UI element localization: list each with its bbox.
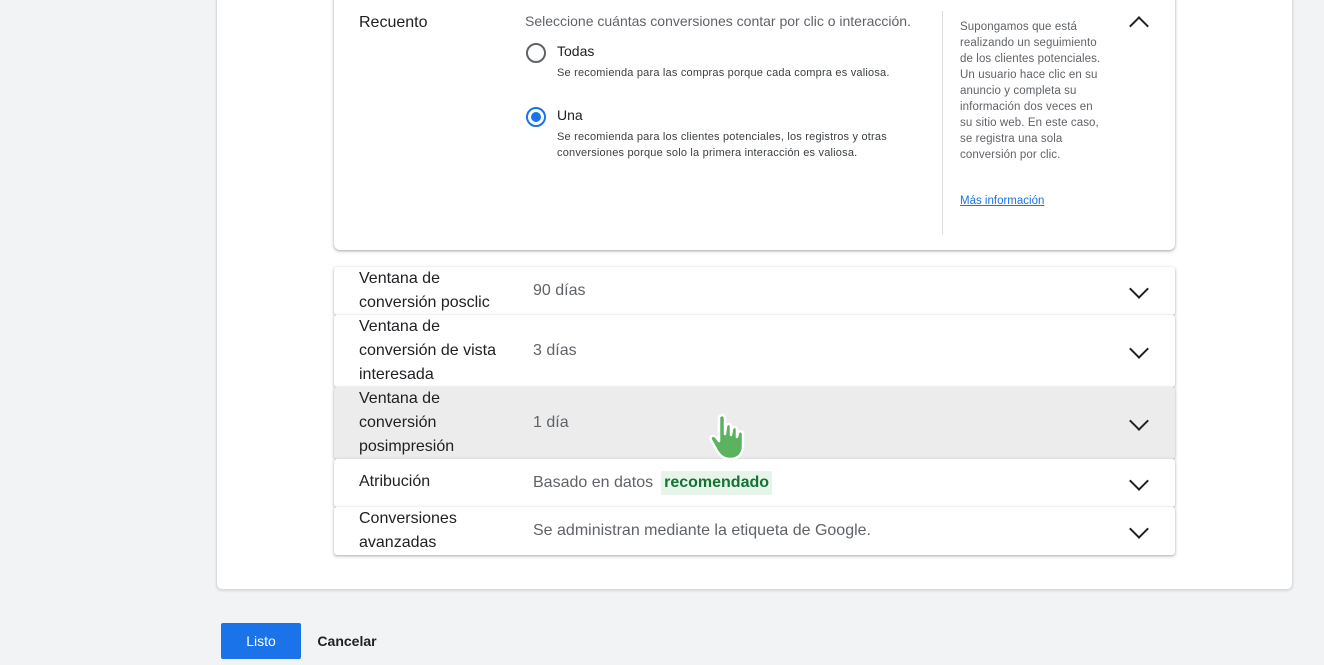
- count-section: Recuento Seleccione cuántas conversiones…: [334, 0, 1175, 250]
- option-todas-help: Se recomienda para las compras porque ca…: [557, 67, 890, 79]
- setting-label: Ventana de conversión posclic: [359, 270, 490, 311]
- setting-value: Se administran mediante la etiqueta de G…: [533, 522, 871, 539]
- setting-label: Conversiones avanzadas: [359, 510, 457, 551]
- chevron-down-icon[interactable]: [1129, 411, 1149, 431]
- chevron-down-icon[interactable]: [1129, 471, 1149, 491]
- learn-more-link[interactable]: Más información: [960, 195, 1044, 207]
- setting-value: 3 días: [533, 342, 577, 359]
- count-description: Seleccione cuántas conversiones contar p…: [525, 13, 911, 29]
- setting-label: Atribución: [359, 473, 431, 490]
- setting-value: Basado en datos: [533, 474, 654, 491]
- setting-value: 90 días: [533, 282, 586, 299]
- help-divider: [942, 11, 943, 234]
- done-button[interactable]: Listo: [221, 623, 301, 659]
- recommended-badge: recomendado: [661, 471, 773, 495]
- help-text: Supongamos que está realizando un seguim…: [960, 21, 1101, 161]
- setting-value-group: Basado en datos recomendado: [533, 471, 773, 495]
- setting-row-atribucion[interactable]: Atribución Basado en datos recomendado: [334, 459, 1175, 507]
- setting-row-posclic[interactable]: Ventana de conversión posclic 90 días: [334, 267, 1175, 315]
- setting-row-vista-interesada[interactable]: Ventana de conversión de vista interesad…: [334, 315, 1175, 387]
- option-una-label[interactable]: Una: [557, 107, 583, 123]
- chevron-down-icon[interactable]: [1129, 279, 1149, 299]
- chevron-down-icon[interactable]: [1129, 519, 1149, 539]
- chevron-up-icon[interactable]: [1129, 16, 1149, 36]
- option-una-help: Se recomienda para los clientes potencia…: [557, 131, 887, 159]
- setting-value: 1 día: [533, 414, 569, 431]
- setting-row-conversiones-avanzadas[interactable]: Conversiones avanzadas Se administran me…: [334, 507, 1175, 555]
- radio-una[interactable]: [526, 107, 546, 127]
- option-todas-label[interactable]: Todas: [557, 43, 594, 59]
- radio-todas[interactable]: [526, 43, 546, 63]
- chevron-down-icon[interactable]: [1129, 339, 1149, 359]
- setting-row-posimpresion[interactable]: Ventana de conversión posimpresión 1 día: [334, 387, 1175, 459]
- count-title: Recuento: [359, 14, 428, 31]
- cancel-button[interactable]: Cancelar: [308, 623, 386, 659]
- setting-label: Ventana de conversión posimpresión: [359, 390, 455, 455]
- hand-pointer-icon: [709, 413, 745, 461]
- setting-label: Ventana de conversión de vista interesad…: [359, 318, 496, 383]
